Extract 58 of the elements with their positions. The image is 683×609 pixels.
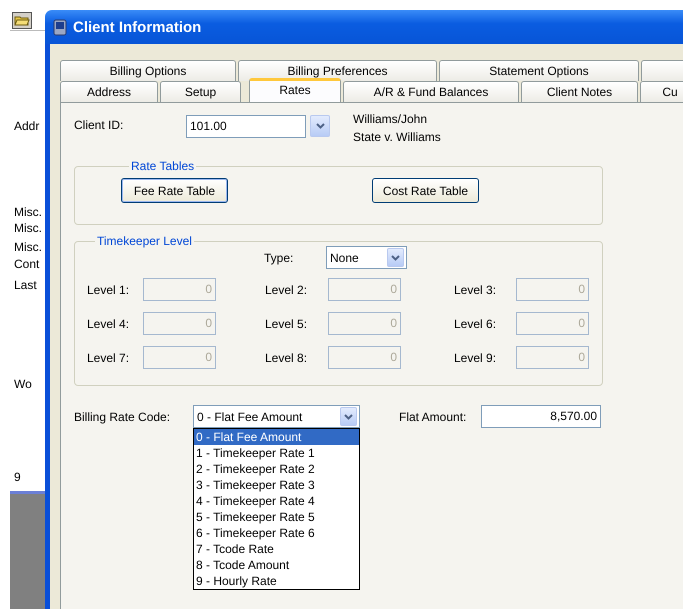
folder-icon[interactable]	[12, 12, 32, 29]
tab[interactable]: Statement Options	[439, 60, 639, 81]
client-id-field[interactable]: 101.00	[186, 115, 306, 138]
rate-table-button[interactable]: Fee Rate Table	[121, 178, 228, 203]
background-label: Wo	[14, 377, 32, 391]
tab[interactable]: Address	[60, 81, 158, 102]
level-label: Level 1:	[87, 282, 130, 296]
flat-amount-field[interactable]: 8,570.00	[481, 405, 601, 428]
billing-rate-code-dropdown[interactable]: 0 - Flat Fee Amount	[193, 405, 360, 428]
level-label: Level 8:	[265, 350, 308, 364]
group-title: Timekeeper Level	[96, 234, 193, 248]
window-app-icon	[53, 18, 67, 36]
tab[interactable]: Billing Preferences	[238, 60, 437, 81]
type-label: Type:	[264, 250, 294, 264]
background-label: Addr	[14, 119, 40, 133]
tab[interactable]: Rates	[249, 78, 341, 102]
background-label: Misc.	[14, 221, 42, 235]
tab[interactable]: Client Notes	[521, 81, 638, 102]
background-label: 9	[14, 470, 21, 484]
client-name: State v. Williams	[353, 129, 441, 146]
dropdown-option[interactable]: 7 - Tcode Rate	[194, 541, 359, 557]
tab[interactable]: Billing Options	[60, 60, 236, 81]
tab[interactable]: A/R & Fund Balances	[343, 81, 519, 102]
dropdown-option[interactable]: 0 - Flat Fee Amount	[194, 429, 359, 445]
tab[interactable]: Setup	[160, 81, 241, 102]
client-name: Williams/John	[353, 111, 428, 128]
group-title: Rate Tables	[130, 159, 196, 173]
level-label: Level 3:	[454, 282, 498, 296]
tab[interactable]: Cu	[640, 81, 683, 102]
background-label: Last	[14, 278, 37, 292]
chevron-down-icon	[344, 414, 353, 420]
dropdown-option[interactable]: 4 - Timekeeper Rate 4	[194, 493, 359, 509]
tab[interactable]	[641, 60, 683, 81]
dropdown-option[interactable]: 6 - Timekeeper Rate 6	[194, 525, 359, 541]
background-label: Cont	[14, 257, 40, 271]
level-label: Level 5:	[265, 316, 308, 330]
window-title: Client Information	[73, 18, 202, 36]
background-label: Misc.	[14, 205, 42, 219]
dropdown-button[interactable]	[310, 115, 330, 137]
level-label: Level 9:	[454, 350, 498, 364]
billing-rate-code-label: Billing Rate Code:	[74, 410, 172, 424]
level-label: Level 2:	[265, 282, 308, 296]
flat-amount-label: Flat Amount:	[399, 410, 468, 424]
dropdown-option[interactable]: 8 - Tcode Amount	[194, 557, 359, 573]
dropdown-option[interactable]: 2 - Timekeeper Rate 2	[194, 461, 359, 477]
dropdown-option[interactable]: 1 - Timekeeper Rate 1	[194, 445, 359, 461]
rate-table-button[interactable]: Cost Rate Table	[372, 178, 479, 203]
dropdown-option[interactable]: 9 - Hourly Rate	[194, 573, 359, 589]
chevron-down-icon	[391, 254, 400, 260]
background-label: Misc.	[14, 240, 42, 254]
chevron-down-icon	[316, 123, 324, 129]
dropdown-option[interactable]: 3 - Timekeeper Rate 3	[194, 477, 359, 493]
level-label: Level 7:	[87, 350, 130, 364]
dropdown-option[interactable]: 5 - Timekeeper Rate 5	[194, 509, 359, 525]
level-label: Level 4:	[87, 316, 130, 330]
type-dropdown[interactable]: None	[326, 246, 407, 269]
client-id-label: Client ID:	[74, 118, 124, 132]
level-label: Level 6:	[454, 316, 498, 330]
